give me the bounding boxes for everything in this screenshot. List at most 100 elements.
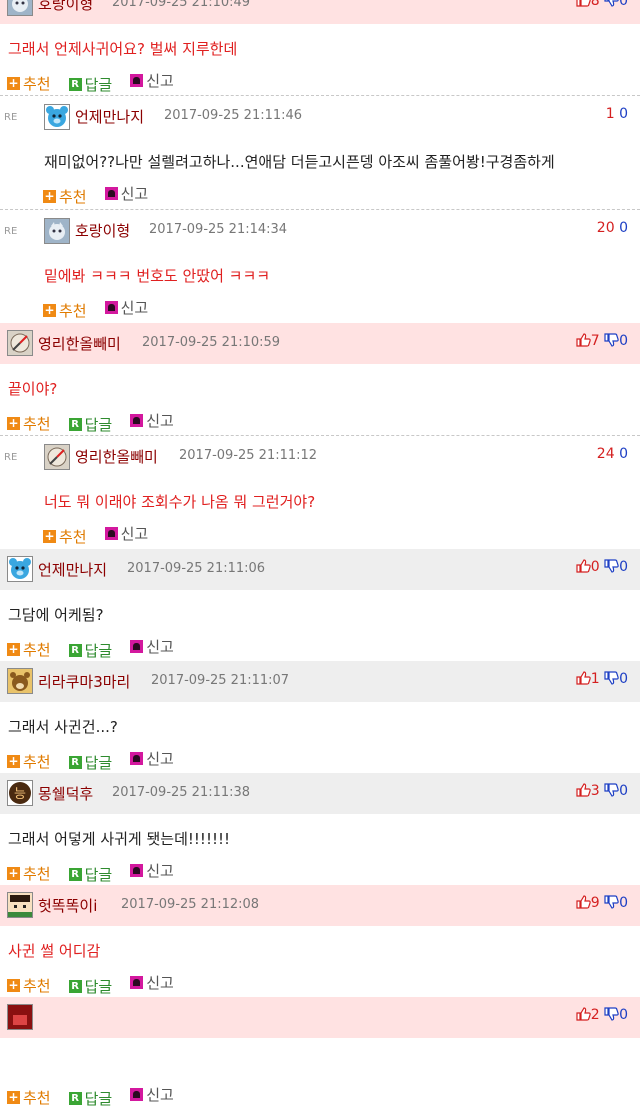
comment: 헛똑똑이i 2017-09-25 21:12:08 9 0 사귄 썰 어디감 + 추천 R 답… — [0, 885, 640, 997]
score-down-count: 0 — [619, 106, 628, 122]
reply-icon: R — [68, 980, 82, 993]
comment: 2 0 + 추천 R 답글 신고 — [0, 997, 640, 1109]
downvote-button[interactable] — [604, 783, 619, 799]
comment-actions: + 추천 R 답글 신고 — [7, 70, 192, 95]
recommend-button-label: 추천 — [23, 977, 51, 995]
comment: 호랑이형 2017-09-25 21:10:49 8 0 그래서 언제사귀어요? 벌써… — [0, 0, 640, 95]
nickname[interactable]: 리라쿠마3마리 — [38, 671, 130, 692]
nickname[interactable]: 영리한올빼미 — [75, 446, 158, 467]
avatar[interactable]: 능 — [7, 780, 33, 806]
recommend-button[interactable]: + 추천 — [43, 186, 87, 207]
report-button-label: 신고 — [146, 974, 174, 992]
reply-button-label: 답글 — [84, 416, 113, 434]
plus-icon: + — [7, 416, 20, 430]
avatar[interactable] — [7, 892, 33, 918]
report-button[interactable]: 신고 — [104, 523, 148, 544]
comment-header: 리라쿠마3마리 2017-09-25 21:11:07 1 0 — [0, 661, 640, 702]
vote-counts: 9 0 — [576, 895, 628, 911]
reply-button[interactable]: R 답글 — [68, 414, 113, 435]
comment-actions: + 추천 신고 — [43, 523, 166, 547]
report-button[interactable]: 신고 — [130, 748, 174, 769]
timestamp: 2017-09-25 21:11:38 — [112, 785, 251, 800]
reply-button[interactable]: R 답글 — [68, 1088, 112, 1109]
avatar[interactable] — [7, 330, 33, 356]
avatar[interactable] — [7, 668, 33, 694]
report-button-label: 신고 — [146, 638, 174, 656]
reply-button[interactable]: R 답글 — [68, 74, 112, 95]
report-button[interactable]: 신고 — [130, 70, 174, 91]
comment-actions: + 추천 R 답글 신고 — [7, 636, 192, 661]
nickname[interactable]: 호랑이형 — [38, 0, 93, 14]
recommend-button[interactable]: + 추천 — [7, 751, 51, 772]
avatar[interactable] — [7, 1004, 33, 1030]
downvote-button[interactable] — [604, 333, 619, 349]
report-icon — [104, 527, 118, 540]
avatar[interactable] — [44, 104, 70, 130]
reply-button[interactable]: R 답글 — [68, 640, 113, 661]
report-button-label: 신고 — [146, 750, 174, 768]
recommend-button[interactable]: + 추천 — [43, 300, 87, 321]
report-button[interactable]: 신고 — [130, 1084, 174, 1105]
report-button[interactable]: 신고 — [130, 636, 174, 657]
upvote-button[interactable] — [576, 895, 591, 911]
report-button[interactable]: 신고 — [104, 183, 149, 204]
reply-button[interactable]: R 답글 — [68, 864, 112, 885]
rilakkuma-avatar-icon — [8, 669, 32, 693]
nickname[interactable]: 몽쉘덕후 — [38, 783, 93, 804]
upvote-count: 3 — [590, 783, 600, 799]
report-button[interactable]: 신고 — [130, 410, 174, 431]
nickname[interactable]: 영리한올빼미 — [38, 333, 121, 354]
downvote-button[interactable] — [604, 1007, 619, 1023]
nickname[interactable]: 언제만나지 — [75, 106, 144, 127]
avatar[interactable] — [7, 556, 33, 582]
upvote-button[interactable] — [576, 559, 591, 575]
thumbs-down-icon — [604, 783, 619, 797]
recommend-button-label: 추천 — [23, 1089, 51, 1107]
downvote-button[interactable] — [604, 895, 619, 911]
comment-text: 사귄 썰 어디감 — [8, 942, 101, 960]
report-button-label: 신고 — [120, 185, 149, 203]
recommend-button-label: 추천 — [59, 528, 87, 546]
report-icon — [130, 640, 144, 653]
recommend-button[interactable]: + 추천 — [7, 73, 51, 94]
reply-button[interactable]: R 답글 — [68, 752, 112, 773]
thumbs-down-icon — [604, 0, 619, 7]
upvote-button[interactable] — [576, 671, 591, 687]
downvote-button[interactable] — [604, 559, 619, 575]
upvote-button[interactable] — [576, 783, 591, 799]
recommend-button[interactable]: + 추천 — [7, 413, 51, 434]
reply-button-label: 답글 — [84, 642, 113, 660]
plus-icon: + — [43, 529, 56, 543]
report-button[interactable]: 신고 — [130, 972, 174, 993]
comment-header: 2 0 — [0, 997, 640, 1038]
recommend-button[interactable]: + 추천 — [7, 863, 51, 884]
upvote-button[interactable] — [576, 1007, 591, 1023]
avatar[interactable] — [7, 0, 33, 16]
downvote-count: 0 — [619, 783, 628, 799]
report-button[interactable]: 신고 — [104, 297, 148, 318]
plus-icon: + — [7, 754, 20, 768]
nickname[interactable]: 호랑이형 — [75, 220, 130, 241]
upvote-button[interactable] — [576, 0, 591, 9]
score-up-count: 24 — [596, 446, 615, 462]
comment-actions: + 추천 신고 — [43, 297, 166, 321]
reply-icon: R — [68, 418, 82, 431]
recommend-button[interactable]: + 추천 — [7, 1087, 51, 1108]
thumbs-up-icon — [576, 333, 591, 347]
recommend-button[interactable]: + 추천 — [43, 526, 87, 547]
downvote-button[interactable] — [604, 671, 619, 687]
reply-button[interactable]: R 답글 — [68, 976, 112, 997]
report-button[interactable]: 신고 — [130, 860, 174, 881]
plus-icon: + — [43, 189, 56, 203]
avatar[interactable] — [44, 444, 70, 470]
report-button-label: 신고 — [146, 1086, 174, 1104]
upvote-count: 0 — [590, 559, 600, 575]
recommend-button[interactable]: + 추천 — [7, 639, 51, 660]
recommend-button[interactable]: + 추천 — [7, 975, 51, 996]
downvote-button[interactable] — [604, 0, 619, 9]
nickname[interactable]: 헛똑똑이i — [38, 895, 97, 916]
reply-icon: R — [68, 78, 82, 91]
nickname[interactable]: 언제만나지 — [38, 559, 107, 580]
avatar[interactable] — [44, 218, 70, 244]
upvote-button[interactable] — [576, 333, 591, 349]
